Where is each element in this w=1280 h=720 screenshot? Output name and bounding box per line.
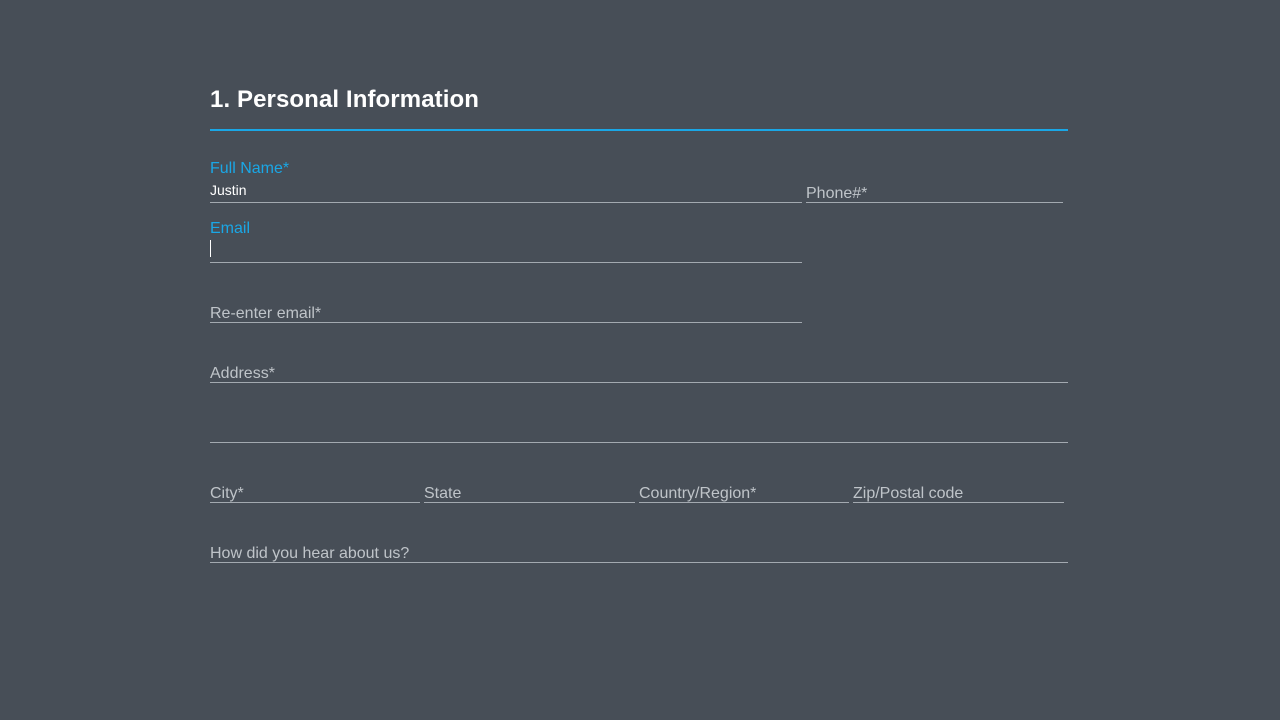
country-region-placeholder: Country/Region* [639,485,757,502]
email-field[interactable] [210,240,802,263]
state-field[interactable]: State [424,481,635,503]
zip-postal-code-placeholder: Zip/Postal code [853,485,964,502]
state-placeholder: State [424,485,462,502]
full-name-underline [210,202,802,203]
text-caret [210,240,211,257]
reenter-email-field[interactable]: Re-enter email* [210,301,802,323]
state-underline [424,502,635,503]
address-field[interactable]: Address* [210,361,1068,383]
full-name-field[interactable]: Justin [210,181,802,203]
address-line-2-underline [210,442,1068,443]
full-name-value: Justin [210,182,247,198]
country-region-field[interactable]: Country/Region* [639,481,849,503]
reenter-email-underline [210,322,802,323]
section-title: 1. Personal Information [210,86,480,113]
city-placeholder: City* [210,485,244,502]
address-line-2-field[interactable] [210,421,1068,443]
email-label: Email [210,220,251,237]
reenter-email-placeholder: Re-enter email* [210,305,322,322]
phone-field[interactable]: Phone#* [806,181,1063,203]
zip-postal-code-underline [853,502,1064,503]
country-region-underline [639,502,849,503]
phone-placeholder: Phone#* [806,185,868,202]
personal-information-form: 1. Personal Information Full Name* Justi… [210,0,1068,720]
zip-postal-code-field[interactable]: Zip/Postal code [853,481,1064,503]
full-name-label: Full Name* [210,160,290,177]
email-underline [210,262,802,263]
section-title-divider [210,129,1068,131]
address-underline [210,382,1068,383]
referral-source-field[interactable]: How did you hear about us? [210,541,1068,563]
referral-source-underline [210,562,1068,563]
city-underline [210,502,420,503]
referral-source-placeholder: How did you hear about us? [210,545,410,562]
city-field[interactable]: City* [210,481,420,503]
phone-underline [806,202,1063,203]
address-placeholder: Address* [210,365,275,382]
